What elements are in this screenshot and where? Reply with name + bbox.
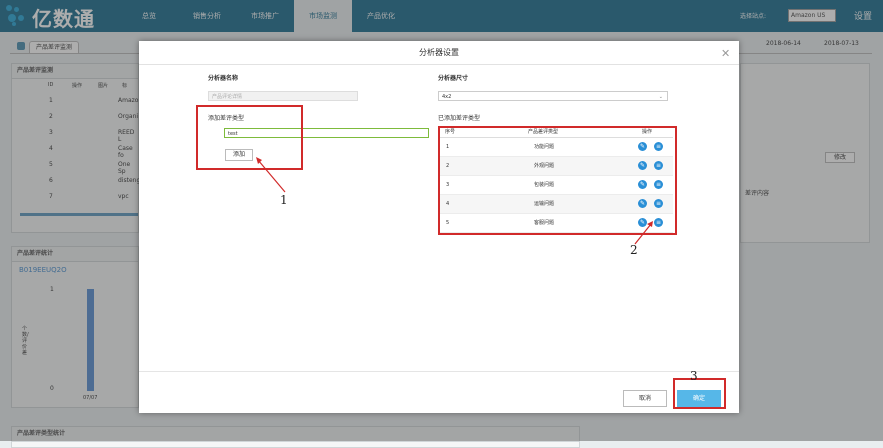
- annotation-number-3: 3: [690, 369, 698, 383]
- annotation-number-1: 1: [280, 193, 288, 207]
- annotation-number-2: 2: [630, 243, 638, 257]
- annotation-arrows: [256, 157, 653, 245]
